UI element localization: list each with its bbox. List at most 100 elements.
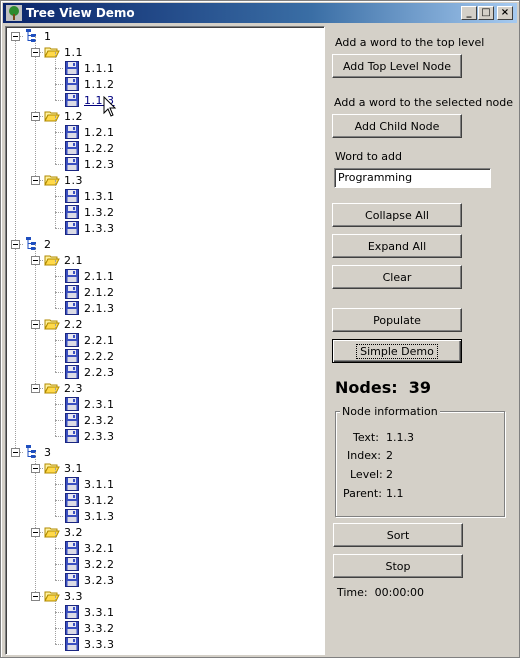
- collapse-toggle-icon[interactable]: [31, 112, 40, 121]
- tree-node[interactable]: 2.1.2: [64, 284, 115, 300]
- collapse-toggle-icon[interactable]: [31, 176, 40, 185]
- maximize-icon: □: [481, 7, 491, 18]
- tree-node[interactable]: 1.3: [44, 172, 83, 188]
- close-button[interactable]: ×: [497, 6, 513, 20]
- tree-node[interactable]: 1.1.2: [64, 76, 115, 92]
- collapse-toggle-icon[interactable]: [31, 464, 40, 473]
- stop-label: Stop: [385, 559, 411, 573]
- add-child-node-button[interactable]: Add Child Node: [332, 114, 462, 138]
- open-folder-icon: [44, 255, 60, 266]
- tree-connector-horizontal: [55, 100, 63, 101]
- tree-connector-horizontal: [55, 196, 63, 197]
- tree-node[interactable]: 1.3.2: [64, 204, 115, 220]
- collapse-all-button[interactable]: Collapse All: [332, 203, 462, 227]
- tree-node[interactable]: 3.2.2: [64, 556, 115, 572]
- tree-connector-horizontal: [55, 436, 63, 437]
- tree-node-label: 2.2.2: [84, 349, 115, 363]
- floppy-disk-icon: [65, 573, 79, 587]
- app-tree-icon: [6, 5, 22, 21]
- tree-node[interactable]: 2.1: [44, 252, 83, 268]
- tree-node[interactable]: 2: [24, 236, 52, 252]
- time-value: 00:00:00: [374, 586, 425, 599]
- collapse-toggle-icon[interactable]: [31, 48, 40, 57]
- tree-node[interactable]: 3.1.1: [64, 476, 115, 492]
- add-top-level-node-button[interactable]: Add Top Level Node: [332, 54, 462, 78]
- tree-node[interactable]: 3.1.2: [64, 492, 115, 508]
- tree-connector-horizontal: [55, 228, 63, 229]
- collapse-toggle-icon[interactable]: [11, 32, 20, 41]
- tree-node[interactable]: 2.2.2: [64, 348, 115, 364]
- tree-node-label: 2.2.3: [84, 365, 115, 379]
- tree-node[interactable]: 3.1: [44, 460, 83, 476]
- tree-connector-horizontal: [55, 500, 63, 501]
- populate-button[interactable]: Populate: [332, 308, 462, 332]
- nodes-label: Nodes:: [335, 378, 398, 397]
- collapse-toggle-icon[interactable]: [11, 240, 20, 249]
- tree-node[interactable]: 1.2.3: [64, 156, 115, 172]
- tree-node[interactable]: 3.3.3: [64, 636, 115, 652]
- floppy-disk-icon: [65, 269, 79, 283]
- tree-node-label: 1.3: [64, 173, 83, 187]
- collapse-toggle-icon[interactable]: [31, 384, 40, 393]
- collapse-toggle-icon[interactable]: [11, 448, 20, 457]
- expand-all-button[interactable]: Expand All: [332, 234, 462, 258]
- tree-connector-horizontal: [55, 148, 63, 149]
- tree-node-label: 2.1.3: [84, 301, 115, 315]
- floppy-disk-icon: [65, 77, 79, 91]
- sort-button[interactable]: Sort: [333, 523, 463, 547]
- tree-connector-horizontal: [55, 292, 63, 293]
- title-bar[interactable]: Tree View Demo _ □ ×: [3, 3, 517, 23]
- tree-node[interactable]: 3.2.3: [64, 572, 115, 588]
- tree-node[interactable]: 1.3.3: [64, 220, 115, 236]
- tree-node[interactable]: 3.2: [44, 524, 83, 540]
- tree-node[interactable]: 2.1.1: [64, 268, 115, 284]
- collapse-toggle-icon[interactable]: [31, 592, 40, 601]
- open-folder-icon: [44, 591, 60, 602]
- tree-node[interactable]: 1.2: [44, 108, 83, 124]
- word-to-add-input[interactable]: Programming: [334, 168, 491, 188]
- tree-node[interactable]: 3.3.2: [64, 620, 115, 636]
- tree-node-label: 3.1: [64, 461, 83, 475]
- open-folder-icon: [44, 527, 60, 538]
- tree-node[interactable]: 3.1.3: [64, 508, 115, 524]
- clear-button[interactable]: Clear: [332, 265, 462, 289]
- tree-node-label: 1.1.1: [84, 61, 115, 75]
- tree-node-label: 3: [44, 445, 52, 459]
- tree-node[interactable]: 2.3.1: [64, 396, 115, 412]
- tree-node[interactable]: 1.2.2: [64, 140, 115, 156]
- tree-node[interactable]: 2.3.2: [64, 412, 115, 428]
- tree-node[interactable]: 3.3: [44, 588, 83, 604]
- tree-node[interactable]: 1: [24, 28, 52, 44]
- tree-node[interactable]: 1.1: [44, 44, 83, 60]
- tree-node-label: 1.2.1: [84, 125, 115, 139]
- tree-view[interactable]: 1 1.1 1.1.1 1.1.2 1.1.3 1.2 1.2.1 1.2.2 1.2.3 1.3…: [5, 26, 325, 655]
- minimize-button[interactable]: _: [461, 6, 477, 20]
- tree-node[interactable]: 3: [24, 444, 52, 460]
- tree-node[interactable]: 1.1.1: [64, 60, 115, 76]
- tree-node-label: 3.1.1: [84, 477, 115, 491]
- collapse-toggle-icon[interactable]: [31, 256, 40, 265]
- stop-button[interactable]: Stop: [333, 554, 463, 578]
- maximize-button[interactable]: □: [478, 6, 494, 20]
- node-index-label: Index:: [347, 449, 381, 462]
- collapse-toggle-icon[interactable]: [31, 320, 40, 329]
- simple-demo-button[interactable]: Simple Demo: [332, 339, 462, 363]
- floppy-disk-icon: [65, 621, 79, 635]
- tree-node[interactable]: 3.2.1: [64, 540, 115, 556]
- top-level-caption: Add a word to the top level: [335, 36, 485, 49]
- tree-node[interactable]: 3.3.1: [64, 604, 115, 620]
- tree-node[interactable]: 2.2.1: [64, 332, 115, 348]
- tree-node[interactable]: 1.2.1: [64, 124, 115, 140]
- tree-node[interactable]: 2.3.3: [64, 428, 115, 444]
- tree-node[interactable]: 2.3: [44, 380, 83, 396]
- tree-node[interactable]: 2.2: [44, 316, 83, 332]
- word-to-add-caption: Word to add: [335, 150, 403, 163]
- node-parent-label: Parent:: [343, 487, 382, 500]
- open-folder-icon: [44, 111, 60, 122]
- tree-node[interactable]: 1.3.1: [64, 188, 115, 204]
- collapse-toggle-icon[interactable]: [31, 528, 40, 537]
- floppy-disk-icon: [65, 205, 79, 219]
- tree-node[interactable]: 2.1.3: [64, 300, 115, 316]
- tree-node-label: 2.1.1: [84, 269, 115, 283]
- tree-node[interactable]: 2.2.3: [64, 364, 115, 380]
